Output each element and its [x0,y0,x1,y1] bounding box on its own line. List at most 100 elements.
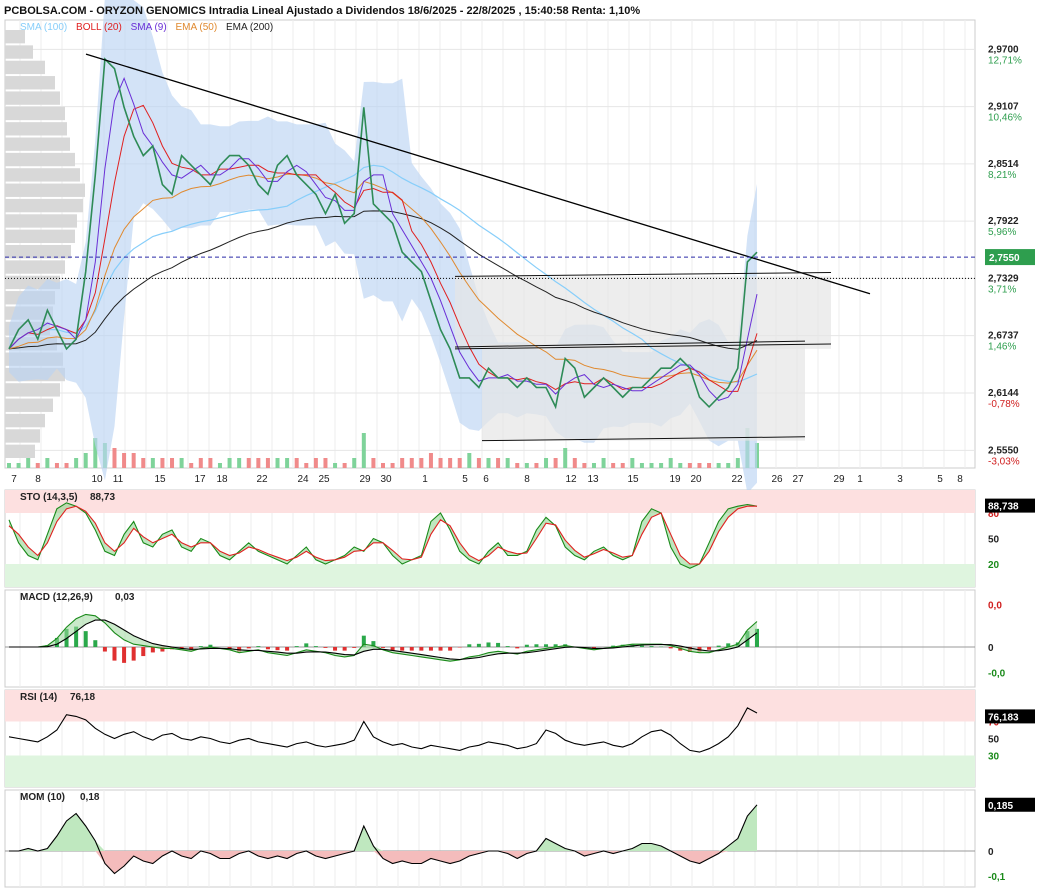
volume-bar [668,458,673,468]
volume-bar [515,463,520,468]
volume-bar [74,458,79,468]
date-axis-label: 30 [380,474,392,485]
volume-bar [572,458,577,468]
volume-bar [54,463,59,468]
percent-axis-label: 12,71% [988,55,1022,66]
volume-bar [141,458,146,468]
volume-profile-bar [5,398,53,412]
percent-axis-label: 5,96% [988,227,1016,238]
volume-bar [601,458,606,468]
mom-current-value: 0,185 [988,801,1013,812]
volume-bar [409,458,414,468]
date-axis-label: 5 [937,474,943,485]
percent-axis-label: -3,03% [988,456,1020,467]
volume-bar [611,463,616,468]
macd-histogram-bar [649,646,654,647]
volume-bar [170,458,175,468]
macd-histogram-bar [428,647,433,651]
macd-histogram-bar [294,646,299,647]
panel-frame [4,789,976,888]
volume-profile-bar [5,152,75,167]
volume-profile-bar [5,383,60,397]
legend-sma9: SMA (9) [130,22,167,33]
panel-frame [4,589,976,688]
volume-bar [697,463,702,468]
volume-bar [524,463,529,468]
rsi-level-label: 30 [988,752,1000,763]
volume-profile-bar [5,76,55,90]
macd-level-label: -0,0 [988,669,1006,680]
price-axis-label: 2,6144 [988,388,1019,399]
date-axis-label: 22 [256,474,268,485]
volume-bar [217,463,222,468]
date-axis-label: 20 [690,474,702,485]
macd-histogram-bar [112,647,117,661]
volume-bar [198,458,203,468]
volume-bar [649,463,654,468]
macd-histogram-bar [707,647,712,650]
volume-bar [553,458,558,468]
volume-profile-bar [5,122,67,136]
mom-level-label: 0 [988,847,994,858]
date-axis-label: 1 [422,474,428,485]
volume-bar [7,463,11,468]
mom-value-label: 0,18 [80,792,100,803]
chart-svg: 2,970012,71% 2,910710,46% 2,85148,21% 2,792… [4,0,1035,888]
date-axis-label: 1 [857,474,863,485]
macd-histogram-bar [102,647,107,652]
date-axis-label: 15 [627,474,639,485]
percent-axis-label: 3,71% [988,284,1016,295]
volume-profile-bar [5,91,60,105]
date-axis-label: 6 [483,474,489,485]
macd-histogram-bar [467,644,472,647]
price-axis-label: 2,6737 [988,331,1019,342]
volume-bar [419,458,424,468]
volume-profile-bar [5,413,45,428]
macd-histogram-bar [381,647,385,648]
volume-bar [35,463,40,468]
volume-profile-bar [5,168,80,182]
date-axis-label: 8 [35,474,41,485]
volume-profile-bar [5,45,33,59]
rsi-label: RSI (14) [20,692,57,703]
macd-histogram-bar [486,642,491,647]
volume-bar [707,463,712,468]
indicator-legend: SMA (100) BOLL (20) SMA (9) EMA (50) EMA… [20,22,279,33]
macd-histogram-bar [476,643,481,647]
percent-axis-label: 8,21% [988,170,1016,181]
current-price-value: 2,7550 [989,253,1020,264]
macd-histogram-bar [419,647,424,651]
volume-bar [237,458,242,468]
macd-histogram-bar [122,647,127,663]
macd-histogram-bar [342,647,347,651]
volume-bar [591,463,596,468]
macd-histogram-bar [83,631,88,647]
macd-level-label: 0 [988,643,994,654]
macd-histogram-bar [534,644,539,647]
volume-bar [371,458,376,468]
date-axis-label: 26 [771,474,783,485]
volume-bar [735,458,740,468]
macd-histogram-bar [524,644,529,647]
mom-level-label: -0,1 [988,872,1006,883]
volume-bar [208,458,213,468]
volume-bar [112,448,117,468]
date-axis-label: 13 [587,474,599,485]
macd-histogram-bar [515,647,520,649]
date-axis-label: 10 [91,474,103,485]
volume-bar [160,458,165,468]
legend-ema50: EMA (50) [175,22,218,33]
macd-histogram-bar [505,646,510,647]
date-axis-label: 29 [359,474,371,485]
date-axis-label: 18 [216,474,228,485]
macd-value-label: 0,03 [115,592,135,603]
macd-histogram-bar [352,647,357,648]
percent-axis-label: -0,78% [988,399,1020,410]
volume-profile-bar [5,198,83,213]
macd-histogram-bar [256,646,261,647]
stoch-current-value: 88,738 [988,502,1019,513]
volume-profile-bar [5,245,71,259]
macd-histogram-bar [400,647,405,651]
legend-ema200: EMA (200) [225,22,274,33]
volume-profile-bar [5,229,75,243]
